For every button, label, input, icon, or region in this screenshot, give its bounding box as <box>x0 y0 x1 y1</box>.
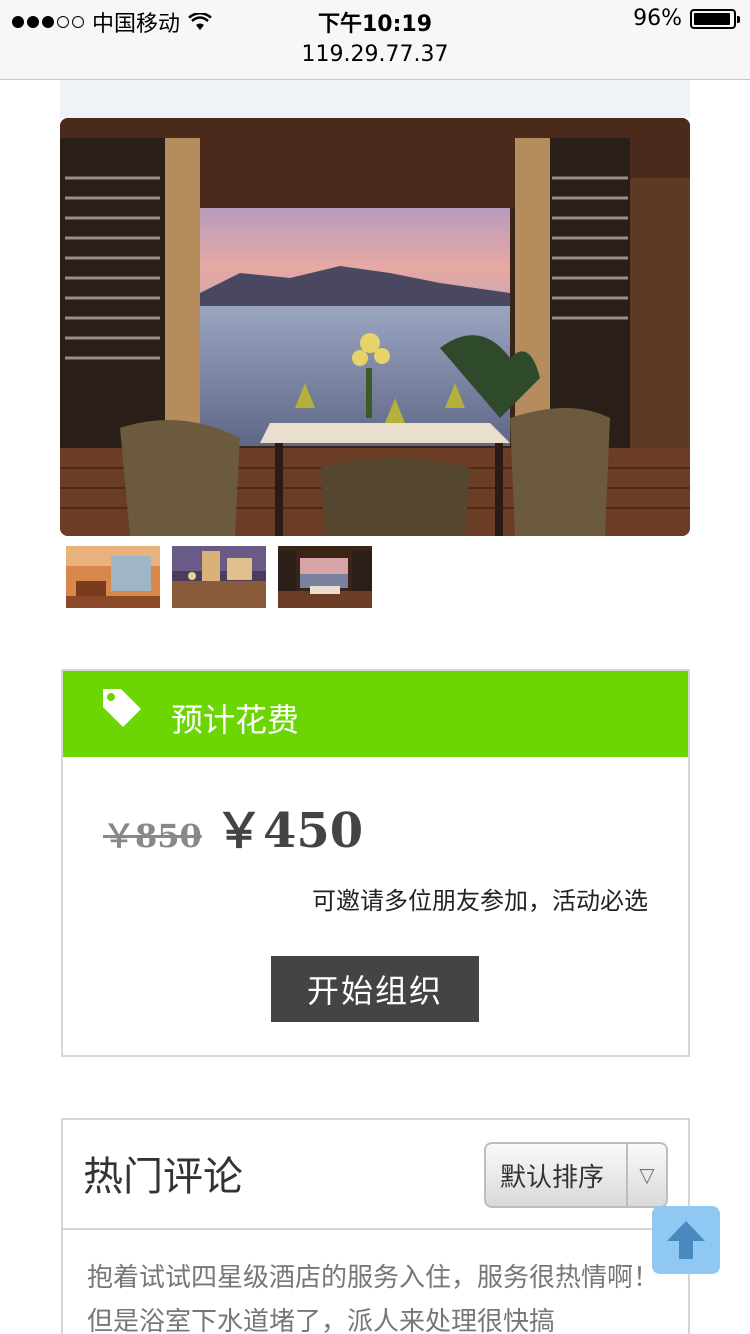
price-card-header: 预计花费 <box>63 671 688 757</box>
comments-header: 热门评论 默认排序 ▽ <box>63 1120 688 1230</box>
comment-text: 抱着试试四星级酒店的服务入住，服务很热情啊！但是浴室下水道堵了，派人来处理很快搞 <box>87 1263 660 1334</box>
gallery-top-strip <box>60 80 690 118</box>
battery-icon <box>690 8 740 29</box>
sort-dropdown[interactable]: 默认排序 ▽ <box>484 1142 668 1208</box>
tag-icon <box>103 689 141 727</box>
price-note: 可邀请多位朋友参加，活动必选 <box>312 887 648 915</box>
price-card: 预计花费 ￥850 ￥450 可邀请多位朋友参加，活动必选 开始组织 <box>61 669 690 1057</box>
original-price: ￥850 <box>103 817 202 855</box>
chevron-down-icon: ▽ <box>626 1144 666 1206</box>
back-to-top-button[interactable] <box>652 1206 720 1274</box>
status-bar: 中国移动 下午10:19 119.29.77.37 96% <box>0 0 750 80</box>
battery-percent: 96% <box>633 6 682 31</box>
battery-status: 96% <box>633 6 740 31</box>
thumbnail-1[interactable] <box>66 546 160 608</box>
thumbnail-2[interactable] <box>172 546 266 608</box>
page-url[interactable]: 119.29.77.37 <box>0 42 750 67</box>
main-photo[interactable] <box>60 118 690 536</box>
arrow-up-icon <box>667 1221 705 1259</box>
thumbnail-strip <box>66 546 372 608</box>
thumbnail-3[interactable] <box>278 546 372 608</box>
comments-title: 热门评论 <box>83 1154 243 1200</box>
sort-selected-value: 默认排序 <box>500 1162 605 1193</box>
price-card-title: 预计花费 <box>171 701 300 739</box>
discount-price: ￥450 <box>215 803 364 859</box>
comments-section: 热门评论 默认排序 ▽ 抱着试试四星级酒店的服务入住，服务很热情啊！但是浴室下水… <box>61 1118 690 1334</box>
start-organize-button[interactable]: 开始组织 <box>271 956 479 1022</box>
